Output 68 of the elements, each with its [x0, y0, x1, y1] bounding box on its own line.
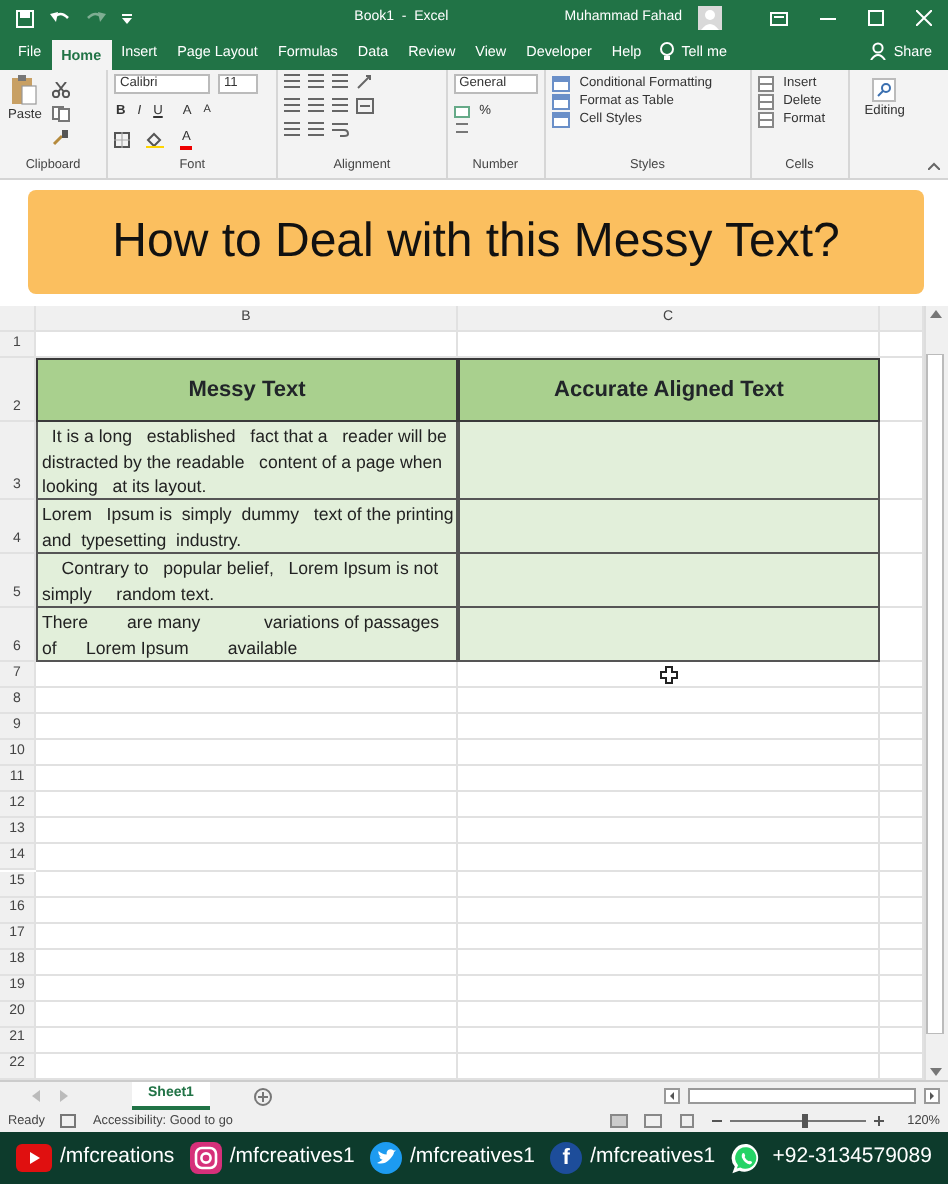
scroll-right-icon[interactable] — [924, 1088, 940, 1104]
center-align-icon[interactable] — [308, 98, 325, 114]
bird-icon — [370, 1142, 402, 1174]
cursor-icon — [659, 665, 677, 684]
clipboard-icon[interactable] — [10, 74, 39, 106]
search-icon[interactable] — [872, 78, 897, 102]
bottom-align-icon[interactable] — [332, 74, 349, 90]
wrap-text-icon[interactable] — [332, 122, 351, 138]
scroll-left-icon[interactable] — [664, 1088, 680, 1104]
lightbulb-icon — [659, 42, 674, 60]
save-icon[interactable] — [16, 9, 34, 27]
brush-icon[interactable] — [51, 130, 70, 146]
cells-icon[interactable] — [757, 75, 774, 91]
facebook-badge: f — [550, 1142, 583, 1174]
table-style-icon[interactable] — [551, 75, 570, 91]
camera-icon — [189, 1142, 222, 1174]
cells-icon[interactable] — [757, 93, 774, 109]
table-cell: It is a long established fact that a reader will be distracted by the readable content of a page when looking at its layout. — [36, 422, 458, 501]
decimal-icon[interactable] — [453, 120, 470, 136]
table-cell: Lorem Ipsum is simply dummy text of the printing and typesetting industry. — [36, 500, 458, 555]
normal-view-icon[interactable] — [609, 1114, 628, 1128]
add-sheet-icon[interactable] — [253, 1087, 272, 1105]
macro-icon[interactable] — [60, 1114, 77, 1128]
social-handle: /mfcreatives1 — [229, 1142, 355, 1173]
person-icon — [869, 42, 886, 60]
customize-icon[interactable] — [122, 13, 132, 23]
cells-icon[interactable] — [757, 111, 774, 127]
header-cell: Accurate Aligned Text — [458, 358, 880, 423]
vertical-scrollbar[interactable] — [924, 306, 948, 1080]
merge-icon[interactable] — [356, 98, 375, 114]
collapse-icon[interactable] — [928, 162, 940, 170]
zoom-in-icon[interactable] — [873, 1116, 884, 1126]
horizontal-scrollbar[interactable] — [688, 1088, 916, 1104]
scissors-icon[interactable] — [51, 82, 70, 98]
orientation-icon[interactable] — [356, 74, 373, 90]
close-icon[interactable] — [916, 10, 932, 26]
borders-icon[interactable] — [113, 131, 130, 147]
select-all-corner — [0, 306, 36, 332]
table-style-icon[interactable] — [551, 93, 570, 109]
right-align-icon[interactable] — [332, 98, 349, 114]
left-align-icon[interactable] — [284, 98, 301, 114]
social-handle: /mfcreatives1 — [410, 1142, 535, 1173]
scroll-thumb[interactable] — [926, 353, 944, 1033]
zoom-slider-thumb[interactable] — [801, 1114, 808, 1128]
page-break-view-icon[interactable] — [677, 1114, 696, 1128]
redo-icon — [86, 10, 106, 26]
social-handle: /mfcreatives1 — [590, 1142, 716, 1173]
maximize-icon[interactable] — [868, 10, 884, 26]
page-layout-view-icon[interactable] — [643, 1114, 662, 1128]
table-style-icon[interactable] — [551, 111, 570, 127]
table-cell: Contrary to popular belief, Lorem Ipsum is not simply random text. — [36, 554, 458, 609]
table-cell: There are many variations of passages of Lorem Ipsum available — [36, 608, 458, 662]
play-icon — [16, 1144, 52, 1172]
fill-color-icon[interactable] — [145, 131, 164, 147]
decrease-indent-icon[interactable] — [284, 122, 301, 138]
title-banner: How to Deal with this Messy Text? — [28, 190, 924, 294]
social-handle: /mfcreations — [60, 1142, 175, 1173]
currency-icon[interactable] — [453, 103, 470, 119]
avatar-icon — [698, 6, 722, 30]
increase-indent-icon[interactable] — [308, 122, 325, 138]
header-cell: Messy Text — [36, 358, 458, 423]
zoom-out-icon[interactable] — [711, 1116, 722, 1126]
social-handle: +92-3134579089 — [772, 1142, 932, 1173]
top-align-icon[interactable] — [284, 74, 301, 90]
copy-icon[interactable] — [51, 106, 70, 122]
ribbon-display-icon[interactable] — [770, 11, 788, 25]
undo-icon[interactable] — [50, 10, 70, 26]
middle-align-icon[interactable] — [308, 74, 325, 90]
